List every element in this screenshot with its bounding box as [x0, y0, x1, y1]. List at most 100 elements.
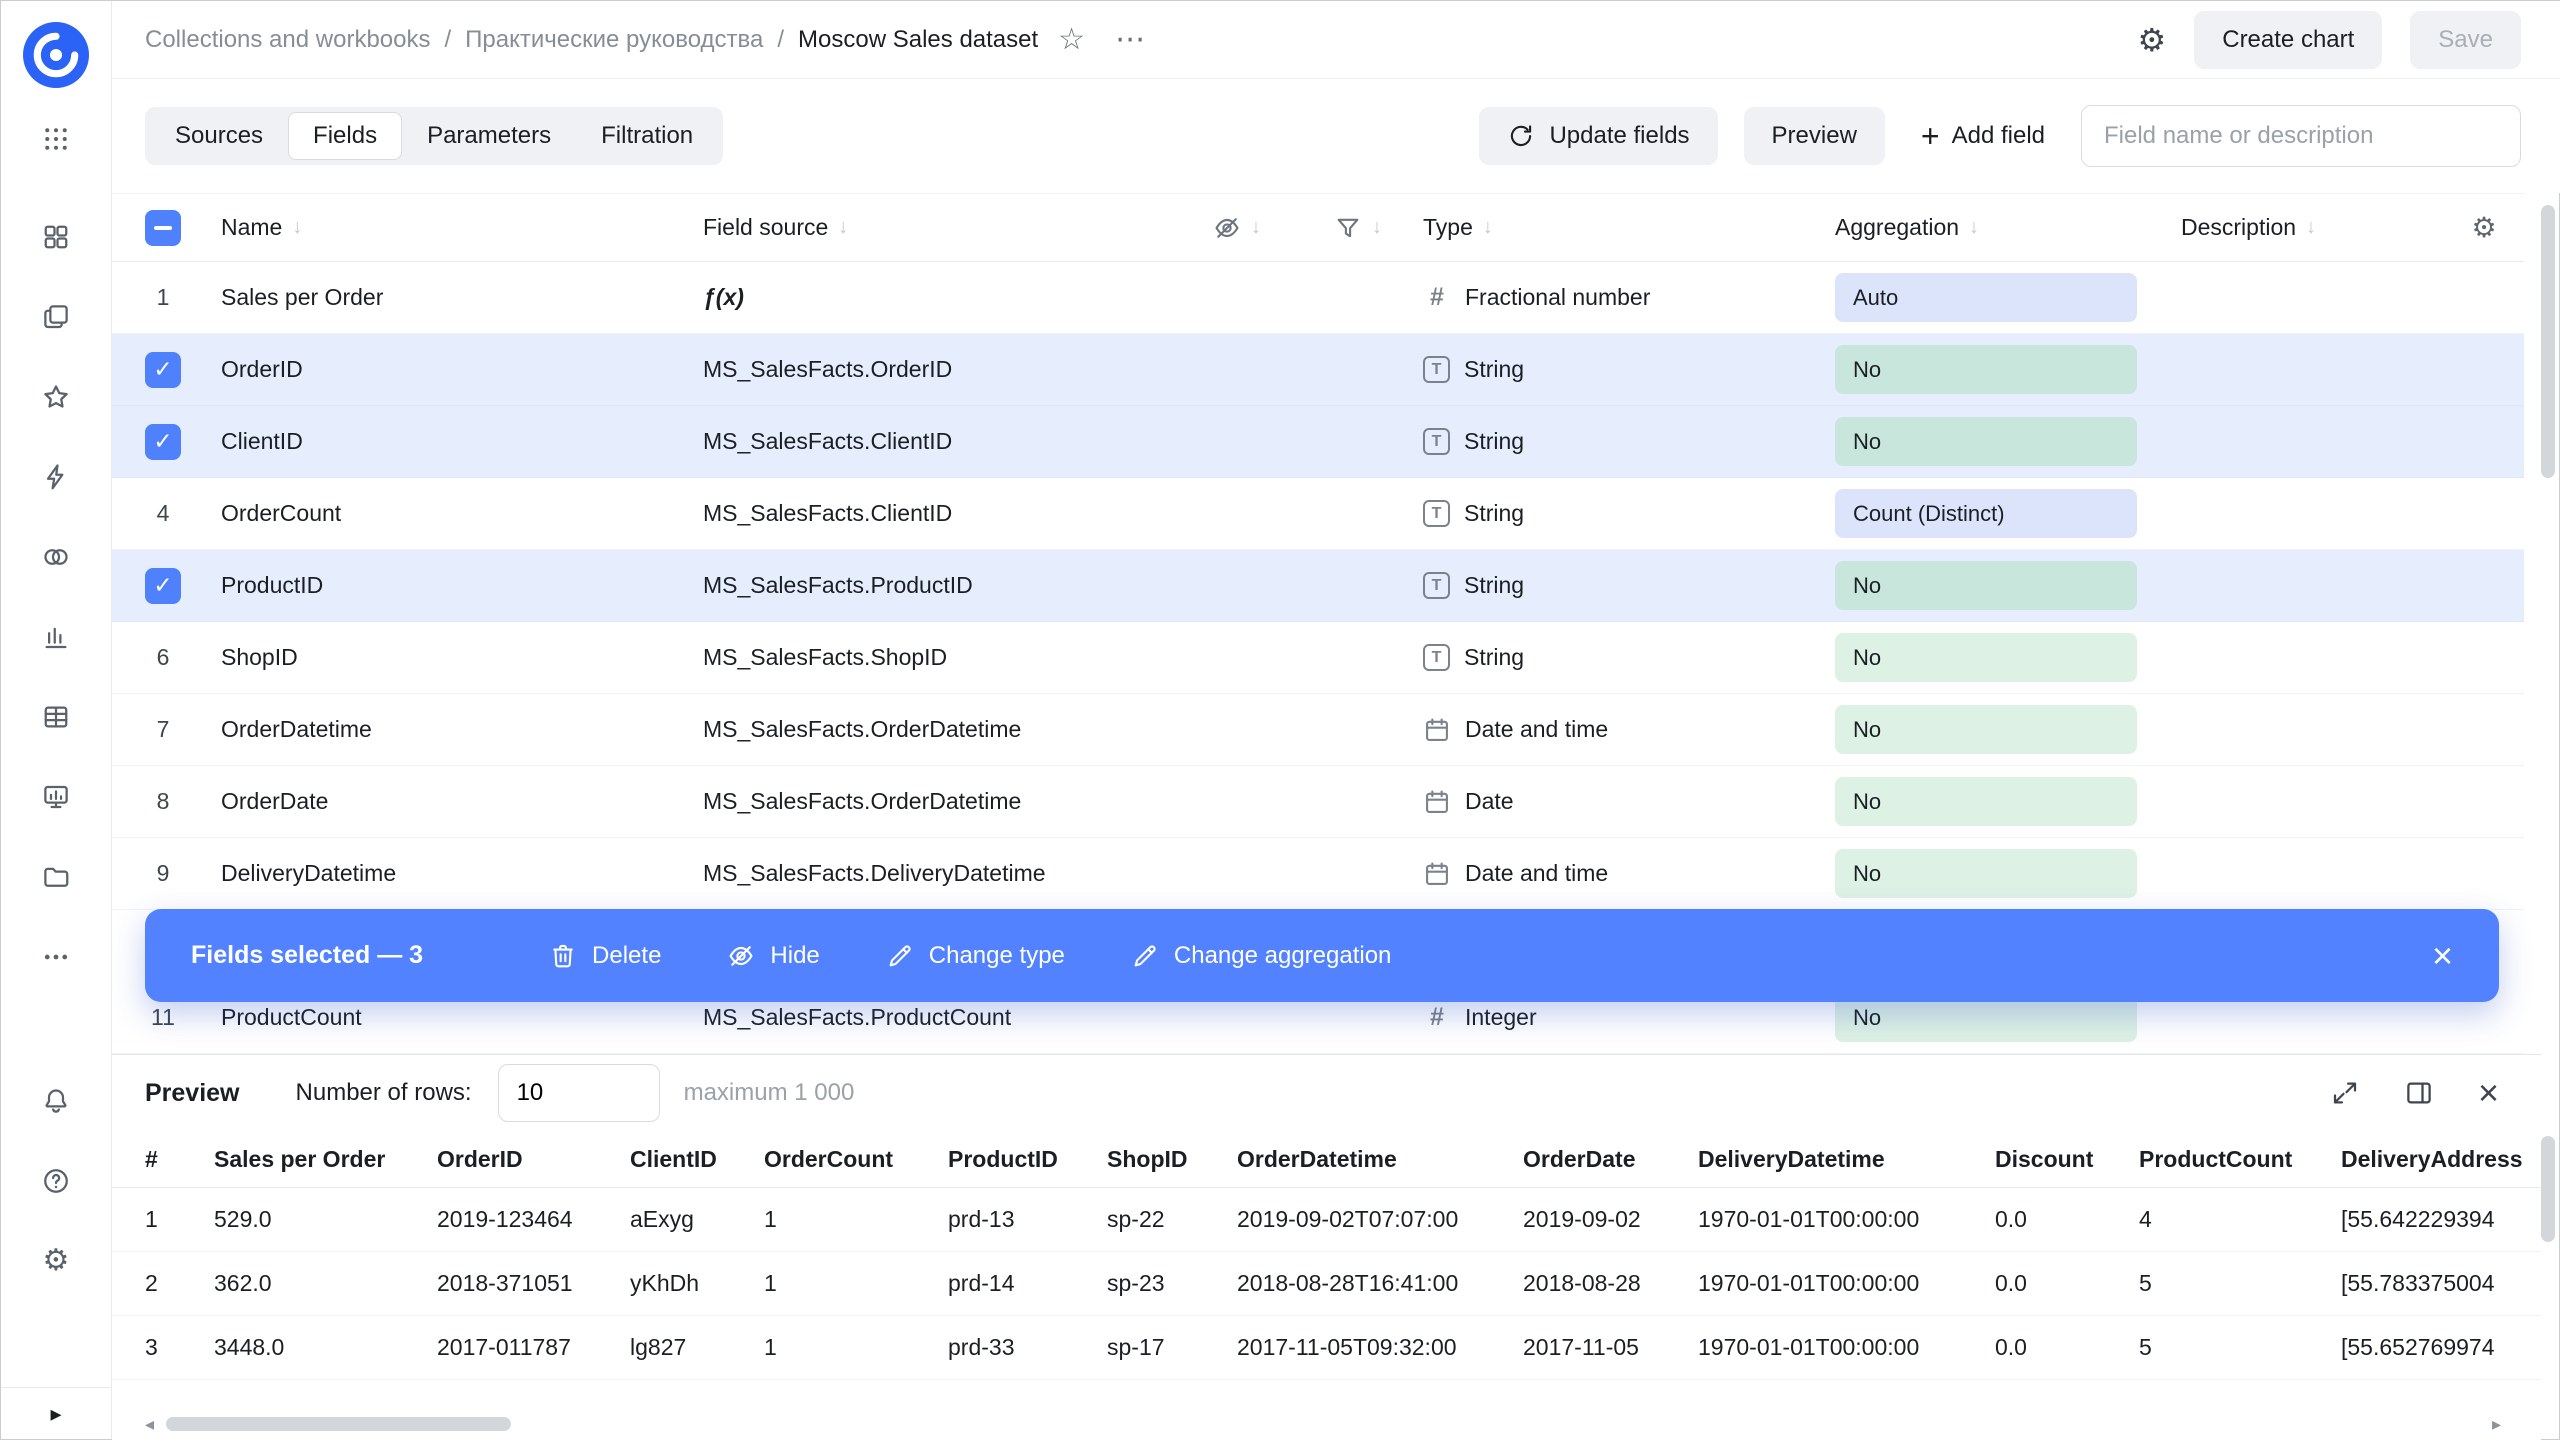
field-type-label: Date and time	[1465, 716, 1608, 743]
preview-cell: 4	[2139, 1206, 2341, 1233]
aggregation-badge[interactable]: No	[1835, 633, 2137, 682]
apps-grid-icon[interactable]	[41, 124, 71, 154]
sort-arrow-icon: ↓	[1372, 216, 1382, 239]
hscroll-track[interactable]	[166, 1417, 2480, 1431]
field-row[interactable]: 4OrderCountMS_SalesFacts.ClientIDTString…	[112, 478, 2524, 550]
tab-filtration[interactable]: Filtration	[576, 112, 718, 160]
charts-icon[interactable]	[41, 622, 71, 652]
tab-parameters[interactable]: Parameters	[402, 112, 576, 160]
fields-scroll-thumb[interactable]	[2541, 205, 2555, 478]
field-type: Date	[1423, 788, 1835, 816]
folder-icon[interactable]	[41, 862, 71, 892]
preview-button[interactable]: Preview	[1744, 107, 1885, 165]
aggregation-badge[interactable]: No	[1835, 561, 2137, 610]
preview-header: Preview Number of rows: maximum 1 000 ×	[112, 1055, 2541, 1131]
add-field-button[interactable]: + Add field	[1911, 107, 2055, 165]
favorite-star-icon[interactable]: ☆	[1058, 22, 1085, 57]
create-chart-button[interactable]: Create chart	[2194, 11, 2382, 69]
preview-row: 2362.02018-371051yKhDh1prd-14sp-232018-0…	[112, 1252, 2541, 1316]
preview-scroll-thumb[interactable]	[2541, 1136, 2555, 1242]
settings-gear-icon[interactable]: ⚙	[41, 1246, 71, 1276]
connections-icon[interactable]	[41, 462, 71, 492]
aggregation-badge[interactable]: No	[1835, 777, 2137, 826]
datasets-icon[interactable]	[41, 542, 71, 572]
tab-sources[interactable]: Sources	[150, 112, 288, 160]
expand-icon[interactable]	[2330, 1078, 2360, 1108]
datalens-logo[interactable]	[23, 22, 89, 88]
field-aggregation: No	[1835, 777, 2181, 826]
sidebar-expand-icon[interactable]: ▸	[50, 1401, 61, 1427]
tab-fields[interactable]: Fields	[288, 112, 402, 160]
preview-cell: [55.783375004	[2341, 1270, 2541, 1297]
row-select-cell: ✓	[145, 352, 221, 388]
col-header-description[interactable]: Description↓	[2181, 214, 2444, 241]
save-button[interactable]: Save	[2410, 11, 2521, 69]
hide-action[interactable]: Hide	[727, 942, 819, 970]
col-header-filter[interactable]: ↓	[1311, 214, 1423, 242]
row-checkbox[interactable]: ✓	[145, 352, 181, 388]
aggregation-badge[interactable]: Count (Distinct)	[1835, 489, 2137, 538]
preview-close-icon[interactable]: ×	[2478, 1075, 2499, 1111]
field-row[interactable]: 9DeliveryDatetimeMS_SalesFacts.DeliveryD…	[112, 838, 2524, 910]
aggregation-badge[interactable]: No	[1835, 705, 2137, 754]
field-row[interactable]: 7OrderDatetimeMS_SalesFacts.OrderDatetim…	[112, 694, 2524, 766]
field-row[interactable]: ✓ProductIDMS_SalesFacts.ProductIDTString…	[112, 550, 2524, 622]
col-header-name[interactable]: Name↓	[221, 214, 703, 241]
hscroll-thumb[interactable]	[166, 1417, 511, 1431]
row-checkbox[interactable]: ✓	[145, 568, 181, 604]
field-row[interactable]: 6ShopIDMS_SalesFacts.ShopIDTStringNo	[112, 622, 2524, 694]
breadcrumb-workbook[interactable]: Практические руководства	[465, 26, 763, 54]
help-icon[interactable]	[41, 1166, 71, 1196]
update-fields-button[interactable]: Update fields	[1479, 107, 1717, 165]
tables-icon[interactable]	[41, 702, 71, 732]
table-settings-gear-icon[interactable]: ⚙	[2444, 213, 2524, 243]
dashboards-icon[interactable]	[41, 222, 71, 252]
row-number: 11	[145, 1004, 181, 1031]
change-type-action[interactable]: Change type	[886, 942, 1065, 970]
col-header-aggregation[interactable]: Aggregation↓	[1835, 214, 2181, 241]
field-type: TString	[1423, 572, 1835, 599]
more-actions-icon[interactable]: ⋯	[1115, 22, 1147, 57]
preview-column-header: OrderID	[437, 1146, 630, 1173]
preview-panel: Preview Number of rows: maximum 1 000 × …	[112, 1054, 2541, 1441]
monitor-chart-icon[interactable]	[41, 782, 71, 812]
change-aggregation-action[interactable]: Change aggregation	[1131, 942, 1392, 970]
aggregation-badge[interactable]: No	[1835, 849, 2137, 898]
field-row[interactable]: ✓OrderIDMS_SalesFacts.OrderIDTStringNo	[112, 334, 2524, 406]
col-header-source[interactable]: Field source↓	[703, 214, 1181, 241]
field-row[interactable]: 1Sales per Orderƒ(x)#Fractional numberAu…	[112, 262, 2524, 334]
aggregation-badge[interactable]: Auto	[1835, 273, 2137, 322]
split-view-icon[interactable]	[2404, 1078, 2434, 1108]
dataset-settings-gear-icon[interactable]: ⚙	[2138, 25, 2167, 55]
row-select-cell: 8	[145, 788, 221, 815]
more-icon[interactable]	[41, 942, 71, 972]
col-header-type[interactable]: Type↓	[1423, 214, 1835, 241]
selection-close-icon[interactable]: ×	[2432, 938, 2453, 974]
aggregation-badge[interactable]: No	[1835, 345, 2137, 394]
funnel-icon	[1334, 214, 1362, 242]
field-search-input[interactable]	[2081, 105, 2521, 167]
aggregation-badge[interactable]: No	[1835, 417, 2137, 466]
col-header-hidden[interactable]: ↓	[1181, 214, 1311, 242]
row-select-cell: ✓	[145, 568, 221, 604]
collections-icon[interactable]	[41, 302, 71, 332]
select-all-checkbox[interactable]	[145, 210, 181, 246]
row-checkbox[interactable]: ✓	[145, 424, 181, 460]
favorites-icon[interactable]	[41, 382, 71, 412]
preview-column-header: DeliveryDatetime	[1698, 1146, 1995, 1173]
field-row[interactable]: ✓ClientIDMS_SalesFacts.ClientIDTStringNo	[112, 406, 2524, 478]
preview-controls: ×	[2330, 1075, 2499, 1111]
field-aggregation: No	[1835, 345, 2181, 394]
preview-cell: aExyg	[630, 1206, 764, 1233]
field-aggregation: Count (Distinct)	[1835, 489, 2181, 538]
string-type-icon: T	[1423, 428, 1450, 455]
field-row[interactable]: 8OrderDateMS_SalesFacts.OrderDatetimeDat…	[112, 766, 2524, 838]
vertical-scrollbar	[2541, 193, 2555, 1433]
field-name: OrderDatetime	[221, 716, 703, 743]
scroll-left-icon[interactable]: ◂	[145, 1414, 154, 1435]
delete-action[interactable]: Delete	[549, 942, 661, 970]
scroll-right-icon[interactable]: ▸	[2492, 1414, 2501, 1435]
rows-count-input[interactable]	[498, 1064, 660, 1122]
breadcrumb-collections[interactable]: Collections and workbooks	[145, 26, 430, 54]
notifications-bell-icon[interactable]	[41, 1086, 71, 1116]
